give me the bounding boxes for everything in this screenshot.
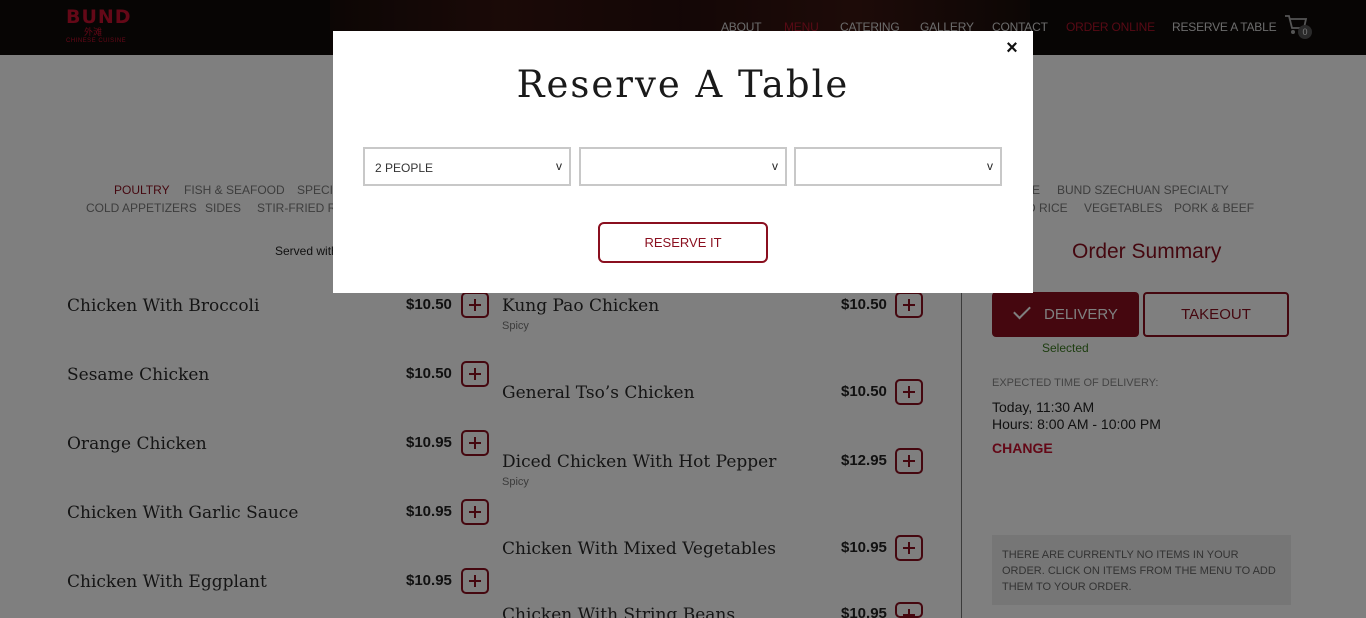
modal-title: Reserve A Table [516, 63, 850, 106]
chevron-down-icon: v [556, 159, 562, 173]
time-select[interactable]: v [794, 147, 1002, 186]
date-select[interactable]: v [579, 147, 787, 186]
party-size-select[interactable]: 2 PEOPLE v [363, 147, 571, 186]
chevron-down-icon: v [772, 159, 778, 173]
party-size-value: 2 PEOPLE [375, 161, 434, 175]
reserve-it-button[interactable]: RESERVE IT [598, 222, 768, 263]
reserve-table-modal: × Reserve A Table 2 PEOPLE v v v RESERVE… [333, 31, 1033, 293]
chevron-down-icon: v [987, 159, 993, 173]
close-icon[interactable]: × [1004, 38, 1020, 58]
